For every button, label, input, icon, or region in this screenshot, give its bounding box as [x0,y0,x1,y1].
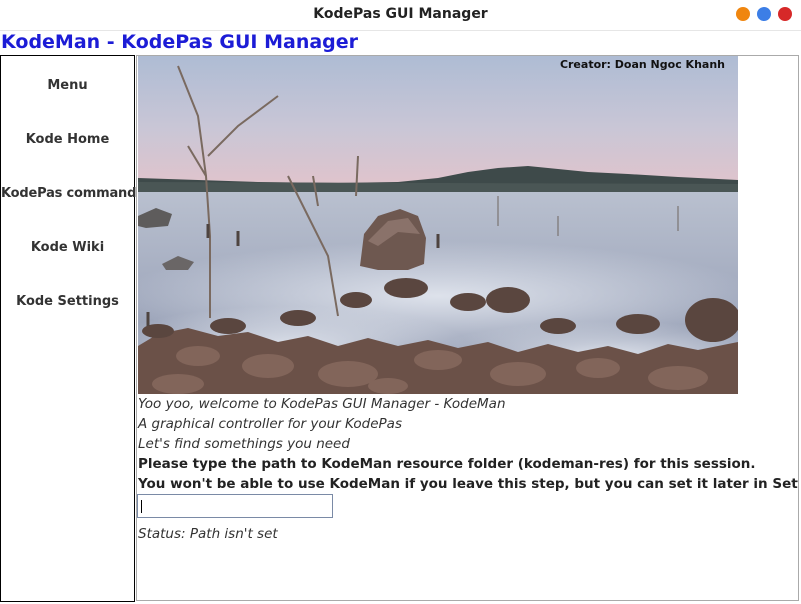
close-button[interactable] [778,7,792,21]
app-window: KodePas GUI Manager KodeMan - KodePas GU… [0,0,801,604]
title-bar: KodePas GUI Manager [0,0,801,31]
status-text: Status: Path isn't set [138,526,278,542]
resource-path-input[interactable] [137,494,333,518]
window-title: KodePas GUI Manager [313,6,488,22]
instruction-text: Please type the path to KodeMan resource… [138,456,756,472]
sidebar-item-kode-home[interactable]: Kode Home [1,132,134,147]
minimize-button[interactable] [736,7,750,21]
warning-text: You won't be able to use KodeMan if you … [138,476,799,492]
subtitle-text: A graphical controller for your KodePas [138,416,402,432]
sidebar-item-menu[interactable]: Menu [1,78,134,93]
hint-text: Let's find somethings you need [138,436,350,452]
sidebar-item-kodepas-command[interactable]: KodePas command [1,186,136,201]
maximize-button[interactable] [757,7,771,21]
welcome-text: Yoo yoo, welcome to KodePas GUI Manager … [138,396,506,412]
sidebar-menu: Menu Kode Home KodePas command Kode Wiki… [0,55,136,602]
sidebar-item-kode-settings[interactable]: Kode Settings [1,294,134,309]
banner-image: Creator: Doan Ngoc Khanh [138,56,738,394]
text-caret [141,500,142,513]
sidebar-item-kode-wiki[interactable]: Kode Wiki [1,240,134,255]
main-content: Creator: Doan Ngoc Khanh Yoo yoo, welcom… [136,55,799,601]
app-heading: KodeMan - KodePas GUI Manager [1,31,359,53]
banner-credit: Creator: Doan Ngoc Khanh [559,58,725,71]
lake-landscape-image [138,56,738,394]
